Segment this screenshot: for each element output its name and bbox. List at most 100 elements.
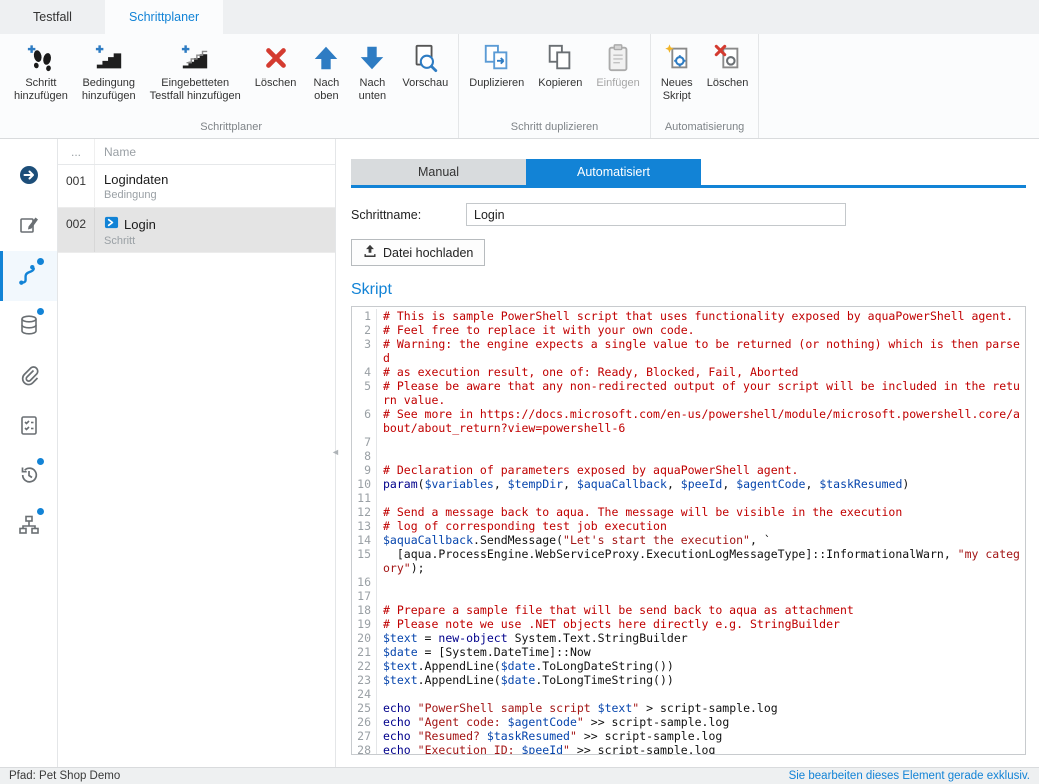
line-number: 4 — [352, 365, 377, 379]
upload-button-label: Datei hochladen — [383, 246, 473, 260]
new-script-button[interactable]: Neues Skript — [654, 36, 700, 105]
tab-accent-underline — [351, 185, 1026, 188]
delete-script-icon — [713, 41, 743, 75]
ribbon-group: Schritt hinzufügen Bedingung hinzufügen Ei… — [4, 34, 459, 138]
step-row[interactable]: 002LoginSchritt — [58, 208, 335, 253]
database-icon — [18, 314, 40, 339]
step-name: Login — [124, 217, 156, 232]
line-number: 14 — [352, 533, 377, 547]
line-number: 28 — [352, 743, 377, 755]
move-down-icon — [357, 41, 387, 75]
code-line: 9# Declaration of parameters exposed by … — [352, 463, 1025, 477]
script-editor[interactable]: 1# This is sample PowerShell script that… — [351, 306, 1026, 755]
column-header-name: Name — [95, 139, 136, 164]
code-line: 15 [aqua.ProcessEngine.WebServiceProxy.E… — [352, 547, 1025, 575]
add-embedded-testcase-button[interactable]: Eingebetteten Testfall hinzufügen — [143, 36, 248, 105]
window-tab-schrittplaner[interactable]: Schrittplaner — [105, 0, 223, 34]
line-number: 25 — [352, 701, 377, 715]
code-line: 13# log of corresponding test job execut… — [352, 519, 1025, 533]
step-name-input[interactable] — [466, 203, 846, 226]
new-script-icon — [662, 41, 692, 75]
move-up-icon — [311, 41, 341, 75]
code-line: 17 — [352, 589, 1025, 603]
sidebar-item-step-planner[interactable] — [0, 251, 57, 301]
step-number: 001 — [58, 165, 95, 207]
hierarchy-icon — [18, 514, 40, 539]
line-number: 9 — [352, 463, 377, 477]
duplicate-button[interactable]: Duplizieren — [462, 36, 531, 92]
line-number: 21 — [352, 645, 377, 659]
line-number: 20 — [352, 631, 377, 645]
tab-automatisiert[interactable]: Automatisiert — [526, 159, 701, 185]
code-line: 14$aquaCallback.SendMessage("Let's start… — [352, 533, 1025, 547]
code-line: 18# Prepare a sample file that will be s… — [352, 603, 1025, 617]
code-line: 11 — [352, 491, 1025, 505]
line-number: 26 — [352, 715, 377, 729]
move-up-button[interactable]: Nach oben — [303, 36, 349, 105]
ribbon-group: Neues SkriptLöschenAutomatisierung — [651, 34, 760, 138]
ribbon-button-label: Eingebetteten Testfall hinzufügen — [150, 77, 241, 103]
line-number: 17 — [352, 589, 377, 603]
delete-button[interactable]: Löschen — [248, 36, 304, 92]
line-number: 27 — [352, 729, 377, 743]
paste-icon — [603, 41, 633, 75]
delete-script-button[interactable]: Löschen — [700, 36, 756, 92]
collapse-panel-handle[interactable]: ◄ — [329, 439, 342, 465]
upload-icon — [363, 244, 377, 261]
sidebar-item-checklist[interactable] — [0, 401, 57, 451]
window-tab-testfall[interactable]: Testfall — [0, 0, 105, 34]
line-number: 5 — [352, 379, 377, 407]
notification-dot — [37, 508, 44, 515]
step-type: Bedingung — [104, 189, 327, 201]
code-line: 3# Warning: the engine expects a single … — [352, 337, 1025, 365]
preview-icon — [410, 41, 440, 75]
paperclip-icon — [18, 364, 40, 389]
sidebar-item-navigate[interactable] — [0, 151, 57, 201]
step-name-label: Schrittname: — [351, 208, 466, 222]
sidebar-item-data[interactable] — [0, 301, 57, 351]
tab-manual[interactable]: Manual — [351, 159, 526, 185]
code-line: 23$text.AppendLine($date.ToLongTimeStrin… — [352, 673, 1025, 687]
ribbon-button-label: Nach oben — [314, 77, 340, 103]
move-down-button[interactable]: Nach unten — [349, 36, 395, 105]
line-number: 7 — [352, 435, 377, 449]
ribbon-button-label: Löschen — [255, 77, 297, 90]
status-path: Pfad: Pet Shop Demo — [9, 770, 120, 782]
sidebar-item-edit[interactable] — [0, 201, 57, 251]
upload-file-button[interactable]: Datei hochladen — [351, 239, 485, 266]
ribbon-button-label: Nach unten — [359, 77, 387, 103]
code-line: 2# Feel free to replace it with your own… — [352, 323, 1025, 337]
ribbon-group-label: Schritt duplizieren — [462, 118, 647, 138]
line-number: 8 — [352, 449, 377, 463]
line-number: 15 — [352, 547, 377, 575]
ribbon-button-label: Schritt hinzufügen — [14, 77, 68, 103]
add-embedded-testcase-icon — [180, 41, 210, 75]
status-bar: Pfad: Pet Shop Demo Sie bearbeiten diese… — [0, 767, 1039, 784]
preview-button[interactable]: Vorschau — [395, 36, 455, 92]
add-step-button[interactable]: Schritt hinzufügen — [7, 36, 75, 105]
notification-dot — [37, 308, 44, 315]
code-line: 7 — [352, 435, 1025, 449]
sidebar-item-history[interactable] — [0, 451, 57, 501]
steps-list: 001LogindatenBedingung002LoginSchritt — [58, 165, 335, 253]
code-line: 28echo "Execution ID: $peeId" >> script-… — [352, 743, 1025, 755]
checklist-icon — [18, 414, 40, 439]
step-row[interactable]: 001LogindatenBedingung — [58, 165, 335, 208]
line-number: 2 — [352, 323, 377, 337]
ribbon-button-label: Löschen — [707, 77, 749, 90]
add-condition-button[interactable]: Bedingung hinzufügen — [75, 36, 143, 105]
step-number: 002 — [58, 208, 95, 252]
detail-tab-bar: ManualAutomatisiert — [351, 159, 1026, 185]
copy-button[interactable]: Kopieren — [531, 36, 589, 92]
ribbon-button-label: Bedingung hinzufügen — [82, 77, 136, 103]
steps-table-header: ... Name — [58, 139, 335, 165]
code-line: 5# Please be aware that any non-redirect… — [352, 379, 1025, 407]
sidebar-icon-strip — [0, 139, 58, 767]
sidebar-item-attachments[interactable] — [0, 351, 57, 401]
code-line: 8 — [352, 449, 1025, 463]
edit-icon — [18, 214, 40, 239]
sidebar-item-relations[interactable] — [0, 501, 57, 551]
code-line: 20$text = new-object System.Text.StringB… — [352, 631, 1025, 645]
route-icon — [17, 263, 41, 290]
code-line: 6# See more in https://docs.microsoft.co… — [352, 407, 1025, 435]
